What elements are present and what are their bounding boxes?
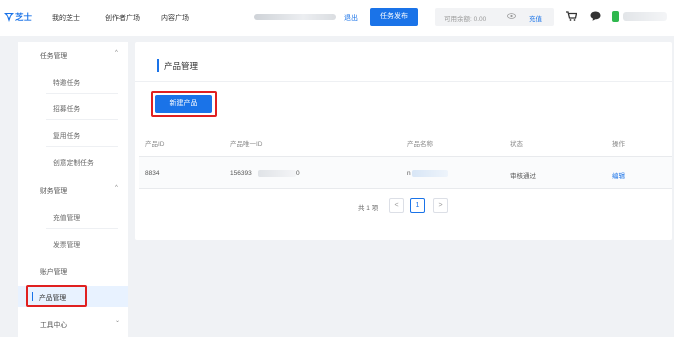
cell-product-uid-suffix: 0 <box>296 170 300 177</box>
uid-redacted <box>258 170 296 177</box>
sidebar-group-finance[interactable]: 财务管理 <box>40 185 67 195</box>
nav-my-zhishi[interactable]: 我的芝士 <box>52 13 80 23</box>
sidebar-item-invited-tasks[interactable]: 特邀任务 <box>53 77 80 87</box>
logo[interactable]: 芝士 <box>4 11 32 23</box>
publish-task-button[interactable]: 任务发布 <box>370 8 418 26</box>
cart-icon[interactable] <box>566 11 578 23</box>
divider <box>46 93 118 94</box>
sidebar-group-task-management[interactable]: 任务管理 <box>40 50 67 60</box>
sidebar-group-tools[interactable]: 工具中心 <box>40 319 67 329</box>
cell-product-name: n <box>407 170 411 177</box>
chevron-down-icon[interactable]: ⌄ <box>115 317 120 324</box>
logo-text: 芝士 <box>15 12 33 22</box>
cell-product-id: 8834 <box>145 170 160 177</box>
cell-product-uid: 156393 <box>230 170 252 177</box>
logout-link[interactable]: 退出 <box>344 13 358 23</box>
recharge-link[interactable]: 充值 <box>529 13 542 23</box>
balance-box: 可用余额: 0.00 充值 <box>435 8 554 26</box>
avatar[interactable] <box>612 11 619 22</box>
sidebar-item-creative-tasks[interactable]: 创意定制任务 <box>53 157 94 167</box>
name-redacted <box>412 170 448 177</box>
nav-content-square[interactable]: 内容广场 <box>161 13 189 23</box>
column-header-product-uid: 产品唯一ID <box>230 141 263 148</box>
column-header-product-name: 产品名称 <box>407 141 433 148</box>
sidebar-item-reuse-tasks[interactable]: 复用任务 <box>53 130 80 140</box>
nav-creator-square[interactable]: 创作者广场 <box>105 13 140 23</box>
account-name-redacted <box>623 12 667 21</box>
cell-status: 审核通过 <box>510 173 536 180</box>
pagination-next-button[interactable]: > <box>433 198 448 213</box>
edit-link[interactable]: 编辑 <box>612 170 625 180</box>
pagination-page-1[interactable]: 1 <box>410 198 425 213</box>
divider <box>139 188 672 189</box>
sidebar-item-recruit-tasks[interactable]: 招募任务 <box>53 103 80 113</box>
highlight-box <box>151 91 217 117</box>
chat-icon[interactable] <box>590 11 601 23</box>
chevron-up-icon[interactable]: ^ <box>115 50 118 56</box>
title-accent <box>157 59 159 72</box>
pagination-total: 共 1 项 <box>358 205 379 212</box>
sidebar-item-invoice[interactable]: 发票管理 <box>53 239 80 249</box>
divider <box>46 146 118 147</box>
logo-icon <box>4 12 14 22</box>
column-header-actions: 操作 <box>612 141 625 148</box>
chevron-up-icon[interactable]: ^ <box>115 185 118 191</box>
column-header-product-id: 产品ID <box>145 141 165 148</box>
sidebar-item-account[interactable]: 账户管理 <box>40 266 67 276</box>
sidebar-item-recharge[interactable]: 充值管理 <box>53 212 80 222</box>
username-redacted <box>254 14 336 20</box>
balance-label: 可用余额: 0.00 <box>444 16 487 23</box>
column-header-status: 状态 <box>510 141 523 148</box>
highlight-box <box>26 285 87 307</box>
table-row <box>139 157 672 188</box>
eye-icon[interactable] <box>507 13 516 21</box>
divider <box>46 228 118 229</box>
divider <box>46 119 118 120</box>
page-title: 产品管理 <box>164 61 199 71</box>
pagination-prev-button[interactable]: < <box>389 198 404 213</box>
top-header: 芝士 我的芝士 创作者广场 内容广场 退出 任务发布 可用余额: 0.00 充值 <box>0 0 674 36</box>
divider <box>135 81 672 82</box>
